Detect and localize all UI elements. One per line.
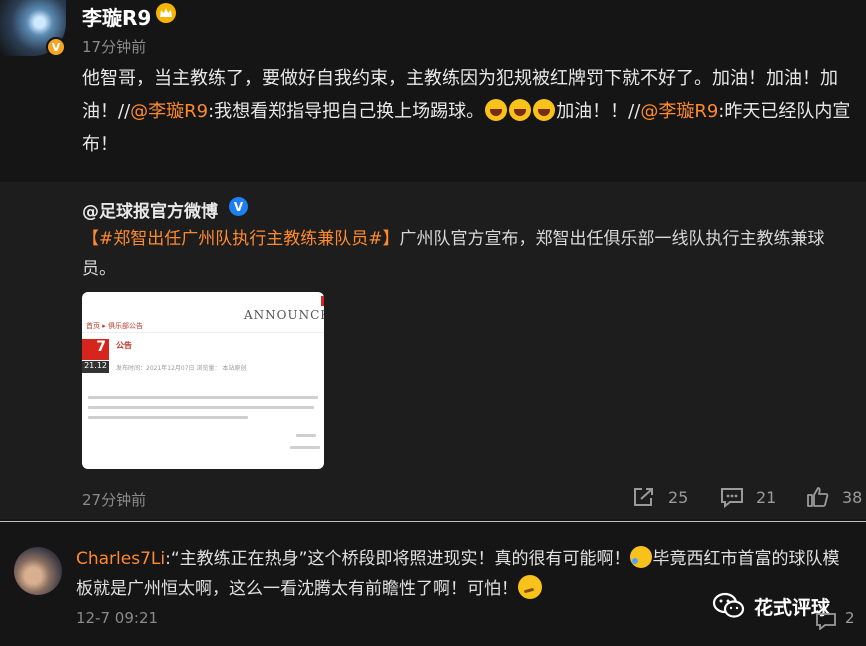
thumbnail-day: 7 [82, 339, 109, 360]
comment-time: 12-7 09:21 [76, 609, 159, 627]
like-count: 38 [842, 487, 863, 507]
thumbnail-breadcrumb: 首页 ▸ 俱乐部公告 [86, 322, 143, 330]
like-button[interactable]: 38 [806, 486, 862, 508]
post-text: 加油！！// [556, 101, 641, 122]
post-time: 17分钟前 [82, 38, 147, 56]
thumbnail-paragraph-line [88, 416, 248, 419]
thumbnail-paragraph-line [88, 396, 318, 399]
thinking-emoji-icon [518, 575, 542, 599]
mention-link[interactable]: @李璇R9 [130, 101, 208, 122]
post-content: 他智哥，当主教练了，要做好自我约束，主教练因为犯规被红牌罚下就不好了。加油！加油… [82, 62, 858, 161]
thumbnail-paragraph-line [290, 446, 320, 449]
wechat-icon [712, 592, 746, 620]
comment-button[interactable]: 21 [720, 486, 776, 508]
comment-author[interactable]: Charles7Li [76, 549, 165, 569]
comment-icon [720, 486, 744, 508]
crying-laugh-emoji-icon [630, 546, 653, 568]
repost-text: 【#郑智出任广州队执行主教练兼队员#】广州队官方宣布，郑智出任俱乐部一线队执行主… [82, 224, 852, 284]
thumbnail-paragraph-line [296, 434, 316, 437]
thumbnail-heading: 公告 [116, 341, 132, 350]
thumbnail-date: 21.12 [82, 361, 109, 373]
wechat-watermark: 花式评球 [712, 592, 830, 620]
comment-icon[interactable] [816, 612, 836, 634]
laugh-emoji-icon [485, 99, 508, 121]
comment-avatar[interactable] [14, 547, 62, 595]
share-button[interactable]: 25 [632, 486, 688, 508]
post-username[interactable]: 李璇R9 [82, 2, 151, 31]
thumbnail-decoration [321, 296, 324, 306]
share-count: 25 [668, 487, 689, 507]
comment-text: :“主教练正在热身”这个桥段即将照进现实！真的很有可能啊！ [165, 549, 631, 569]
laugh-emoji-icon [509, 99, 532, 121]
post-text: :我想看郑指导把自己换上场踢球。 [208, 101, 485, 122]
mention-link[interactable]: @李璇R9 [640, 101, 718, 122]
repost-username[interactable]: @足球报官方微博 [82, 197, 218, 222]
comment-reply-count: 2 [845, 609, 855, 627]
divider [0, 521, 866, 522]
announcement-thumbnail[interactable]: ANNOUNCEI 首页 ▸ 俱乐部公告 7 21.12 公告 发布时间：202… [82, 292, 324, 469]
vip-badge-icon: V [46, 37, 66, 57]
thumbnail-title: ANNOUNCEI [244, 308, 324, 322]
thumbs-up-icon [806, 486, 830, 508]
share-icon [632, 486, 656, 508]
repost-time: 27分钟前 [82, 491, 147, 509]
verified-icon: V [229, 197, 248, 216]
topic-link[interactable]: 【#郑智出任广州队执行主教练兼队员#】 [82, 229, 400, 249]
laugh-emoji-icon [533, 99, 556, 121]
comment-count: 21 [756, 487, 777, 507]
thumbnail-meta: 发布时间：2021年12月07日 浏览量： 本站原创 [116, 365, 247, 372]
thumbnail-divider [82, 332, 324, 333]
crown-icon [156, 3, 176, 23]
thumbnail-paragraph-line [88, 406, 314, 409]
